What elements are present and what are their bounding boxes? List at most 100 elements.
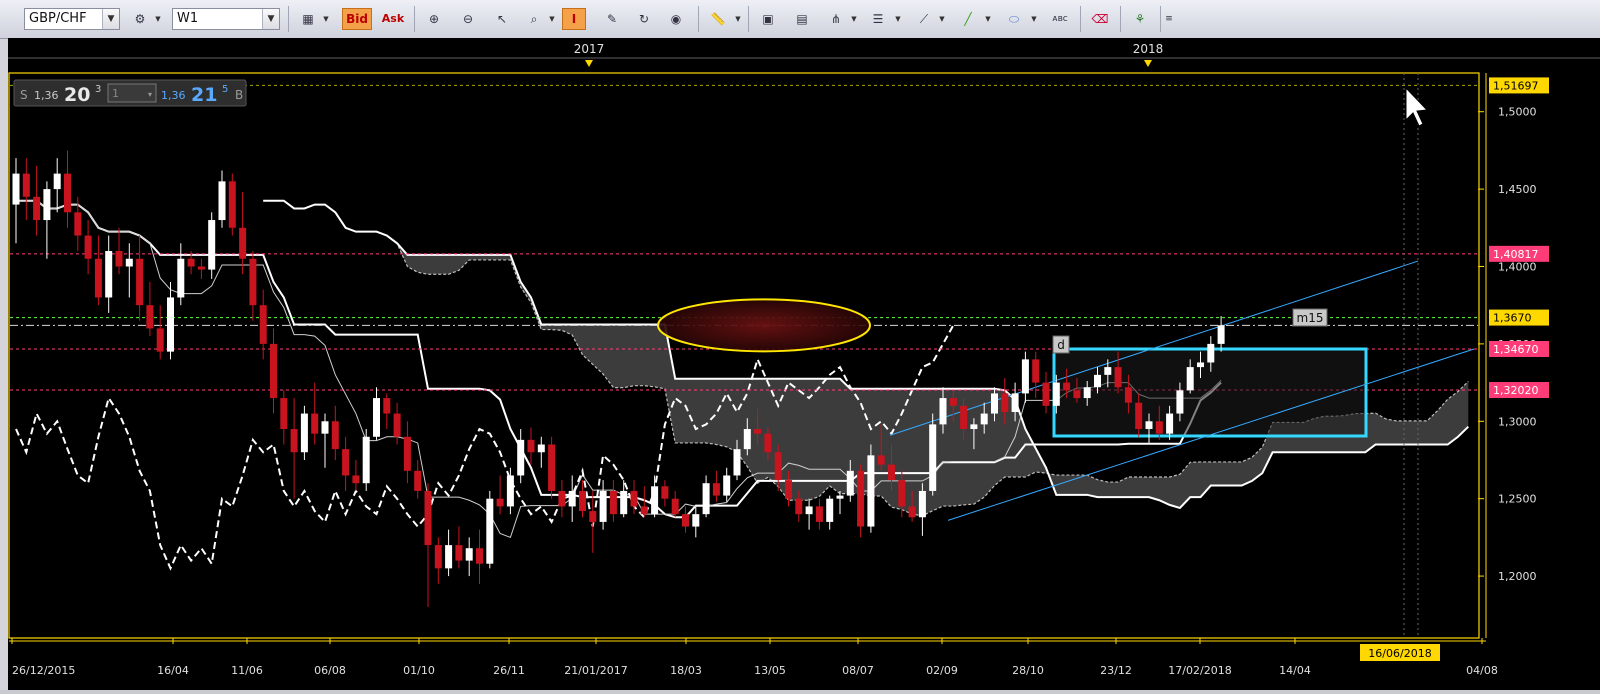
- candle-body[interactable]: [888, 464, 895, 481]
- candle-body[interactable]: [548, 444, 556, 491]
- candle-body[interactable]: [383, 398, 391, 414]
- text-label-icon[interactable]: ᴀʙᴄ: [1048, 8, 1072, 30]
- candle-body[interactable]: [373, 398, 380, 437]
- candle-body[interactable]: [599, 490, 607, 522]
- candle-body[interactable]: [702, 483, 710, 515]
- sell-label[interactable]: S: [20, 88, 28, 102]
- candle-body[interactable]: [1021, 359, 1029, 394]
- horizontal-lines-icon[interactable]: ☰: [866, 8, 890, 30]
- candle-body[interactable]: [908, 506, 916, 518]
- network-icon[interactable]: ⚘: [1128, 8, 1152, 30]
- candle-body[interactable]: [754, 429, 762, 434]
- candle-body[interactable]: [218, 181, 226, 221]
- candle-body[interactable]: [228, 181, 236, 228]
- candle-body[interactable]: [991, 393, 998, 414]
- candle-body[interactable]: [857, 470, 865, 527]
- candle-body[interactable]: [239, 227, 247, 259]
- pitchfork-icon[interactable]: ⋔: [824, 8, 848, 30]
- candle-body[interactable]: [630, 490, 638, 507]
- buy-price-pips[interactable]: 21: [191, 84, 217, 106]
- candle-body[interactable]: [785, 480, 792, 499]
- candle-body[interactable]: [115, 251, 123, 267]
- fan-icon[interactable]: ⟋: [912, 8, 936, 30]
- candle-body[interactable]: [197, 266, 205, 270]
- candle-body[interactable]: [836, 495, 844, 499]
- candle-body[interactable]: [249, 258, 257, 306]
- candle-body[interactable]: [434, 545, 442, 569]
- candle-body[interactable]: [651, 486, 659, 515]
- candle-body[interactable]: [167, 297, 174, 352]
- candle-body[interactable]: [733, 449, 741, 476]
- candle-body[interactable]: [723, 475, 731, 496]
- candle-body[interactable]: [929, 424, 937, 491]
- candle-body[interactable]: [259, 305, 267, 344]
- candle-body[interactable]: [84, 235, 92, 259]
- candle-body[interactable]: [403, 436, 411, 471]
- candle-body[interactable]: [455, 545, 463, 561]
- candle-body[interactable]: [74, 212, 82, 236]
- candle-body[interactable]: [146, 305, 154, 329]
- candle-body[interactable]: [517, 439, 525, 476]
- candle-body[interactable]: [424, 490, 432, 546]
- candle-body[interactable]: [1155, 421, 1163, 434]
- chevron-down-icon[interactable]: ▼: [1030, 8, 1038, 30]
- candle-body[interactable]: [1197, 362, 1204, 368]
- symbol-select[interactable]: GBP/CHF ▼: [24, 8, 120, 30]
- refresh-icon[interactable]: ↻: [632, 8, 656, 30]
- image-icon[interactable]: ▣: [756, 8, 780, 30]
- price-chart[interactable]: 2017 2018 1,50001,45001,40001,35001,3000…: [8, 38, 1600, 690]
- candle-body[interactable]: [1207, 343, 1215, 363]
- chevron-down-icon[interactable]: ▼: [984, 8, 992, 30]
- candle-body[interactable]: [692, 514, 700, 527]
- candle-body[interactable]: [1114, 367, 1122, 388]
- grid-icon[interactable]: ≡: [1162, 8, 1176, 30]
- candle-body[interactable]: [1011, 393, 1019, 412]
- candle-body[interactable]: [558, 490, 566, 507]
- candle-body[interactable]: [208, 220, 216, 270]
- candle-body[interactable]: [445, 545, 453, 569]
- candle-body[interactable]: [12, 173, 20, 205]
- candle-body[interactable]: [311, 413, 319, 434]
- sell-price-big[interactable]: 1,36: [34, 89, 59, 102]
- chart-type-icon[interactable]: ▦: [296, 8, 320, 30]
- candle-body[interactable]: [1052, 382, 1060, 406]
- candle-body[interactable]: [764, 433, 772, 453]
- candle-body[interactable]: [609, 490, 617, 515]
- candle-body[interactable]: [1001, 393, 1009, 412]
- candle-body[interactable]: [94, 258, 102, 298]
- candle-body[interactable]: [815, 506, 823, 522]
- candle-body[interactable]: [476, 548, 483, 564]
- chevron-down-icon[interactable]: ▼: [734, 8, 742, 30]
- highlight-ellipse[interactable]: [657, 298, 871, 353]
- chevron-down-icon[interactable]: ▼: [850, 8, 858, 30]
- candle-body[interactable]: [1073, 390, 1081, 399]
- globe-icon[interactable]: ◉: [664, 8, 688, 30]
- candle-body[interactable]: [980, 413, 988, 425]
- favorite-icon[interactable]: ⚙: [128, 8, 152, 30]
- candle-body[interactable]: [960, 405, 968, 430]
- candle-body[interactable]: [527, 439, 535, 453]
- candle-body[interactable]: [187, 258, 195, 267]
- candle-body[interactable]: [393, 413, 401, 437]
- candle-body[interactable]: [321, 421, 329, 434]
- eraser-icon[interactable]: ⌫: [1088, 8, 1112, 30]
- candle-body[interactable]: [537, 444, 545, 453]
- candle-body[interactable]: [671, 498, 679, 515]
- candle-body[interactable]: [125, 258, 133, 267]
- candle-body[interactable]: [1176, 390, 1184, 414]
- candle-body[interactable]: [270, 343, 277, 399]
- chevron-down-icon[interactable]: ▼: [262, 9, 279, 29]
- candle-body[interactable]: [1042, 382, 1050, 406]
- candle-body[interactable]: [1094, 374, 1101, 388]
- candle-body[interactable]: [682, 514, 689, 527]
- candle-body[interactable]: [506, 475, 514, 507]
- candle-body[interactable]: [712, 483, 720, 496]
- candle-body[interactable]: [661, 486, 669, 499]
- candle-body[interactable]: [1063, 382, 1071, 391]
- buy-price-big[interactable]: 1,36: [161, 89, 186, 102]
- zoom-in-icon[interactable]: ⊕: [422, 8, 446, 30]
- candle-body[interactable]: [280, 398, 288, 430]
- candle-body[interactable]: [177, 258, 185, 298]
- candle-body[interactable]: [568, 490, 576, 507]
- candle-body[interactable]: [64, 173, 71, 213]
